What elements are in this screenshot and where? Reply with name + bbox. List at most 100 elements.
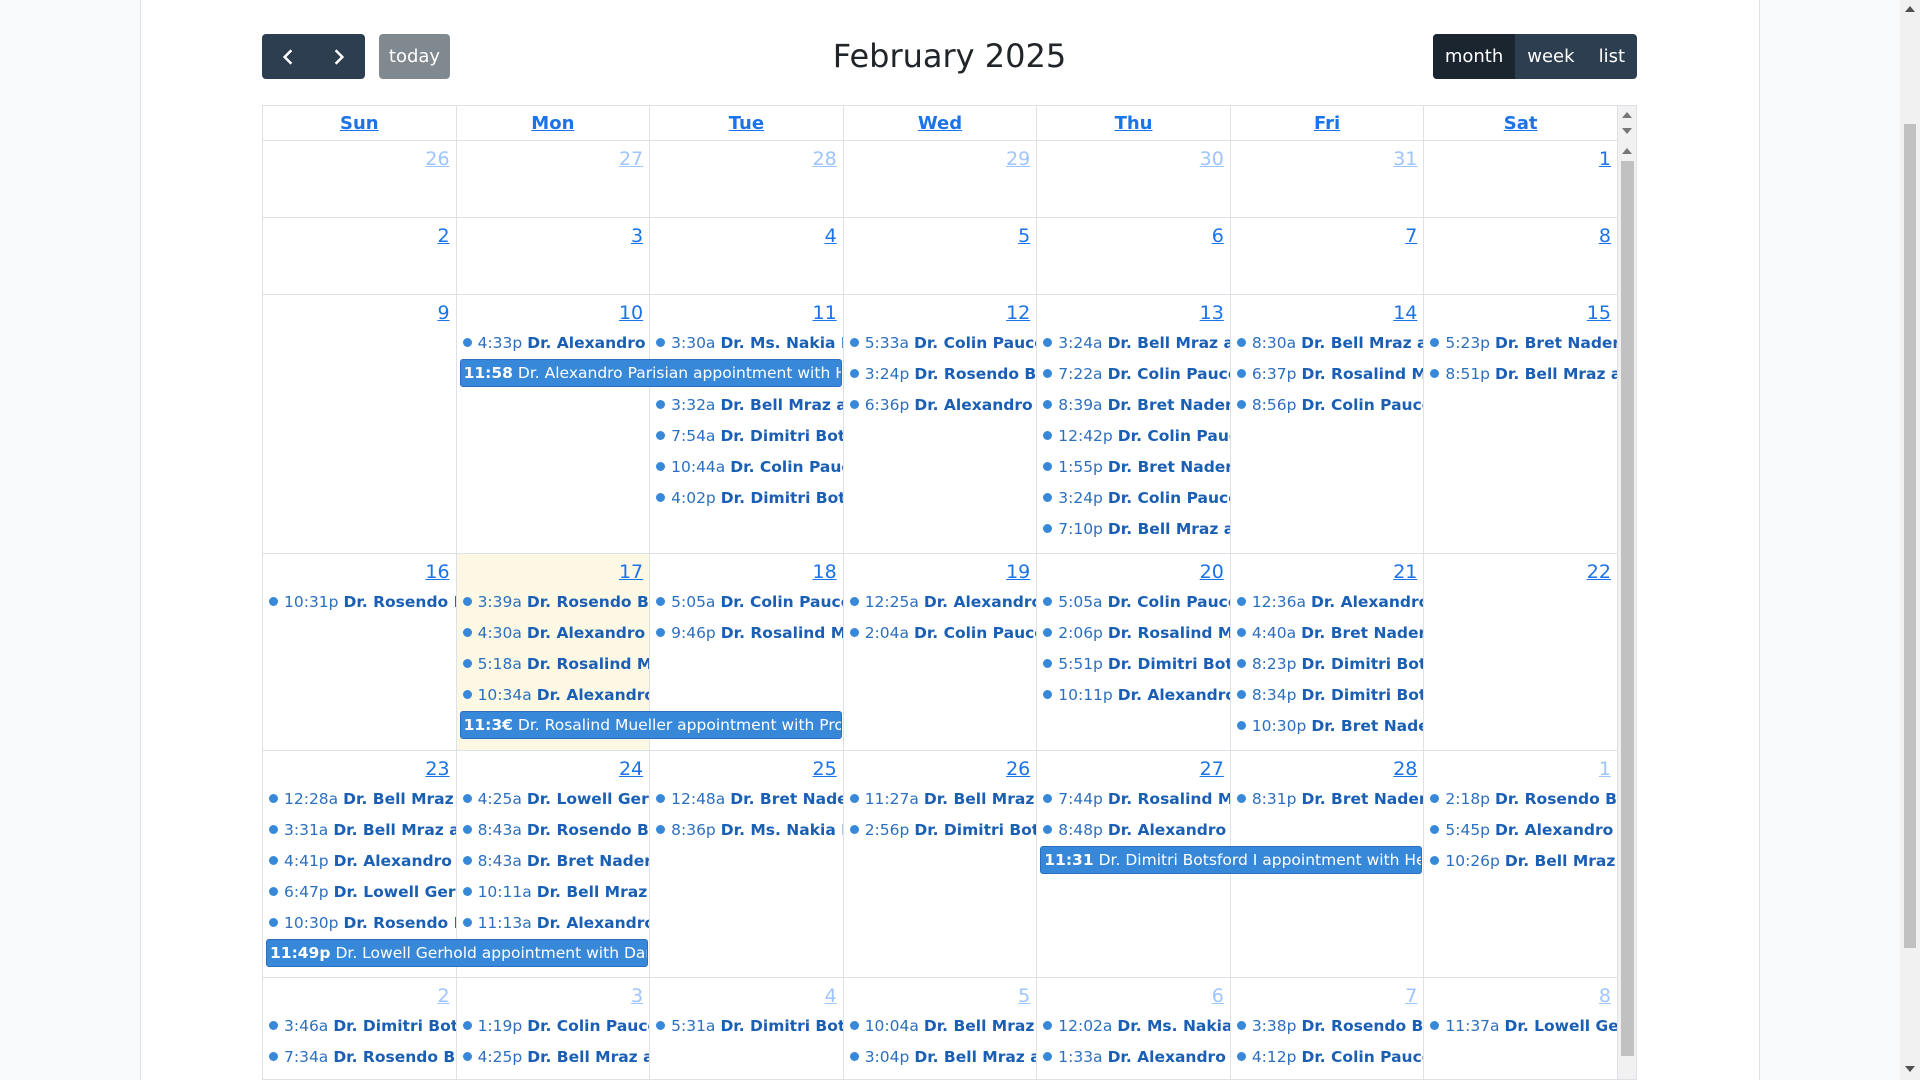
day-cell[interactable]: 8	[1424, 218, 1618, 294]
day-number[interactable]: 7	[1231, 982, 1424, 1010]
day-number[interactable]: 16	[263, 558, 456, 586]
day-cell[interactable]: 45:31aDr. Dimitri Botsfor	[650, 978, 844, 1079]
calendar-event[interactable]: 8:39aDr. Bret Nader app	[1037, 389, 1230, 420]
calendar-event[interactable]: 7:54aDr. Dimitri Botsfor	[650, 420, 843, 451]
day-cell[interactable]: 22	[1424, 554, 1618, 750]
day-number[interactable]: 23	[263, 755, 456, 783]
day-number[interactable]: 18	[650, 558, 843, 586]
calendar-event[interactable]: 8:30aDr. Bell Mraz appc	[1231, 327, 1423, 358]
calendar-event[interactable]: 10:31pDr. Rosendo Bau	[263, 586, 456, 617]
day-cell[interactable]: 27	[457, 141, 651, 217]
calendar-event[interactable]: 3:38pDr. Rosendo Bauc	[1231, 1010, 1423, 1041]
calendar-event[interactable]: 11:27aDr. Bell Mraz app	[844, 783, 1036, 814]
list-view-button[interactable]: list	[1587, 34, 1637, 79]
calendar-event[interactable]: 7:34aDr. Rosendo Baucl	[263, 1041, 456, 1072]
day-number[interactable]: 1	[1424, 755, 1617, 783]
day-cell[interactable]: 3	[457, 218, 651, 294]
day-cell[interactable]: 205:05aDr. Colin Paucek a2:06pDr. Rosali…	[1037, 554, 1231, 750]
calendar-event[interactable]: 4:40aDr. Bret Nader app	[1231, 617, 1423, 648]
calendar-event[interactable]: 8:48pDr. Alexandro Pari	[1037, 814, 1230, 845]
day-number[interactable]: 8	[1424, 222, 1617, 250]
calendar-event[interactable]: 3:46aDr. Dimitri Botsfor	[263, 1010, 456, 1041]
calendar-event-block[interactable]: 11:31 Dr. Dimitri Botsford I appointment …	[1040, 846, 1423, 874]
calendar-event[interactable]: 12:28aDr. Bell Mraz app	[263, 783, 456, 814]
calendar-event[interactable]: 3:24aDr. Bell Mraz appc	[1037, 327, 1230, 358]
day-cell[interactable]: 31	[1231, 141, 1425, 217]
day-number[interactable]: 2	[263, 222, 456, 250]
calendar-event[interactable]: 5:05aDr. Colin Paucek a	[650, 586, 843, 617]
day-number[interactable]: 30	[1037, 145, 1230, 173]
day-number[interactable]: 9	[263, 299, 456, 327]
calendar-event[interactable]: 6:37pDr. Rosalind Muell	[1231, 358, 1423, 389]
day-number[interactable]: 13	[1037, 299, 1230, 327]
calendar-event[interactable]: 12:36aDr. Alexandro Pa	[1231, 586, 1423, 617]
calendar-event[interactable]: 10:30pDr. Bret Nader ap	[1231, 710, 1423, 741]
calendar-event[interactable]: 4:25pDr. Bell Mraz appc	[457, 1041, 649, 1072]
calendar-event[interactable]: 10:30pDr. Rosendo Bau	[263, 907, 456, 938]
day-cell[interactable]: 7	[1231, 218, 1425, 294]
day-cell[interactable]: 113:30aDr. Ms. Nakia Bart3:32aDr. Bell M…	[650, 295, 844, 553]
calendar-event[interactable]: 5:33a Dr. Colin Paucek a	[844, 327, 1036, 358]
calendar-event[interactable]: 2:04a Dr. Colin Paucek a	[844, 617, 1036, 648]
calendar-event[interactable]: 7:10pDr. Bell Mraz appc	[1037, 513, 1230, 544]
week-view-button[interactable]: week	[1515, 34, 1586, 79]
calendar-event[interactable]: 11:37aDr. Lowell Gerho	[1424, 1010, 1617, 1041]
day-cell[interactable]: 612:02aDr. Ms. Nakia Bai1:33aDr. Alexand…	[1037, 978, 1231, 1079]
day-cell[interactable]: 31:19pDr. Colin Paucek a4:25pDr. Bell Mr…	[457, 978, 651, 1079]
day-number[interactable]: 14	[1231, 299, 1424, 327]
scroll-up-icon[interactable]	[1622, 148, 1632, 154]
day-number[interactable]: 27	[1037, 755, 1230, 783]
calendar-event[interactable]: 7:22aDr. Colin Paucek a	[1037, 358, 1230, 389]
calendar-event[interactable]: 6:36pDr. Alexandro Pari	[844, 389, 1036, 420]
calendar-event[interactable]: 3:24pDr. Colin Paucek a	[1037, 482, 1230, 513]
page-scrollbar[interactable]	[1900, 0, 1920, 1080]
calendar-event[interactable]: 1:19pDr. Colin Paucek a	[457, 1010, 649, 1041]
day-number[interactable]: 6	[1037, 222, 1230, 250]
day-cell[interactable]: 510:04aDr. Bell Mraz app3:04pDr. Bell Mr…	[844, 978, 1038, 1079]
calendar-event[interactable]: 5:31aDr. Dimitri Botsfor	[650, 1010, 843, 1041]
day-number[interactable]: 19	[844, 558, 1037, 586]
day-header-sat[interactable]: Sat	[1424, 106, 1618, 140]
month-view-button[interactable]: month	[1432, 34, 1516, 79]
day-number[interactable]: 26	[844, 755, 1037, 783]
day-cell[interactable]: 23:46aDr. Dimitri Botsfor7:34aDr. Rosend…	[263, 978, 457, 1079]
calendar-event[interactable]: 5:05aDr. Colin Paucek a	[1037, 586, 1230, 617]
day-number[interactable]: 22	[1424, 558, 1617, 586]
day-header-sun[interactable]: Sun	[263, 106, 457, 140]
day-cell[interactable]: 104:33pDr. Alexandro Par	[457, 295, 651, 553]
calendar-event[interactable]: 8:34pDr. Dimitri Botsfor	[1231, 679, 1423, 710]
day-cell[interactable]: 133:24aDr. Bell Mraz appc7:22aDr. Colin …	[1037, 295, 1231, 553]
calendar-event[interactable]: 4:12pDr. Colin Paucek a	[1231, 1041, 1423, 1072]
scroll-down-icon[interactable]	[1905, 1066, 1915, 1072]
day-number[interactable]: 31	[1231, 145, 1424, 173]
calendar-event[interactable]: 3:04pDr. Bell Mraz appc	[844, 1041, 1036, 1072]
calendar-event[interactable]: 10:11aDr. Bell Mraz app	[457, 876, 649, 907]
calendar-event[interactable]: 8:23pDr. Dimitri Botsfor	[1231, 648, 1423, 679]
calendar-event[interactable]: 8:43aDr. Bret Nader app	[457, 845, 649, 876]
day-header-fri[interactable]: Fri	[1231, 106, 1425, 140]
day-number[interactable]: 3	[457, 222, 650, 250]
day-number[interactable]: 3	[457, 982, 650, 1010]
calendar-event[interactable]: 10:26pDr. Bell Mraz app	[1424, 845, 1617, 876]
calendar-event[interactable]: 10:11pDr. Alexandro Pa	[1037, 679, 1230, 710]
calendar-event[interactable]: 2:56pDr. Dimitri Botsfor	[844, 814, 1036, 845]
day-number[interactable]: 4	[650, 222, 843, 250]
day-number[interactable]: 15	[1424, 299, 1617, 327]
calendar-event[interactable]: 6:47pDr. Lowell Gerhol	[263, 876, 456, 907]
day-number[interactable]: 20	[1037, 558, 1230, 586]
calendar-event[interactable]: 12:25aDr. Alexandro Pa	[844, 586, 1036, 617]
day-header-mon[interactable]: Mon	[457, 106, 651, 140]
calendar-event-block[interactable]: 11:3€ Dr. Rosalind Mueller appointment wi…	[459, 711, 842, 739]
day-number[interactable]: 5	[844, 982, 1037, 1010]
calendar-event-block[interactable]: 11:58 Dr. Alexandro Parisian appointment …	[459, 359, 842, 387]
calendar-event[interactable]: 4:25aDr. Lowell Gerhol	[457, 783, 649, 814]
grid-scrollbar[interactable]	[1617, 106, 1636, 1079]
calendar-event[interactable]: 4:30aDr. Alexandro Pari	[457, 617, 649, 648]
calendar-event[interactable]: 9:46pDr. Rosalind Muell	[650, 617, 843, 648]
day-cell[interactable]: 29	[844, 141, 1038, 217]
calendar-event[interactable]: 5:23pDr. Bret Nader app	[1424, 327, 1617, 358]
scroll-down-icon[interactable]	[1622, 128, 1632, 134]
calendar-event[interactable]: 10:04aDr. Bell Mraz app	[844, 1010, 1036, 1041]
day-cell[interactable]: 28	[650, 141, 844, 217]
day-number[interactable]: 28	[650, 145, 843, 173]
